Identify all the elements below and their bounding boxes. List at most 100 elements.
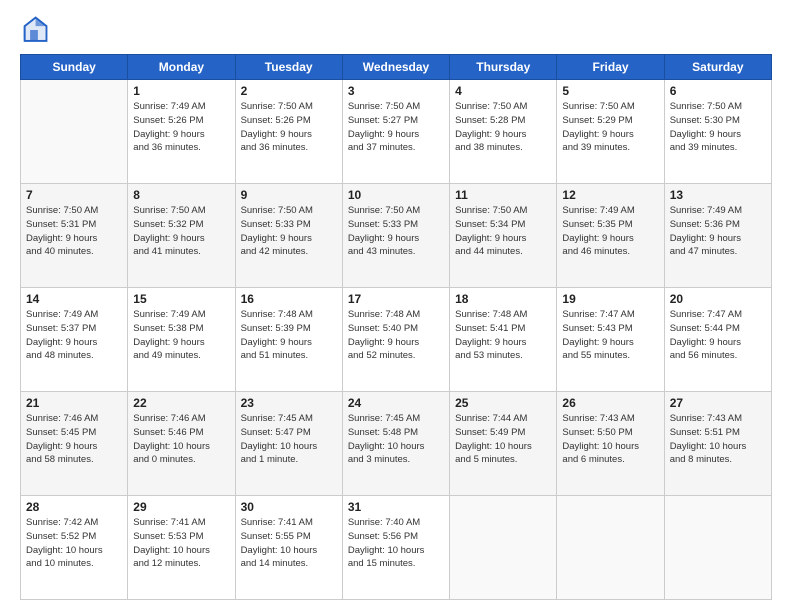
calendar-cell: 24Sunrise: 7:45 AMSunset: 5:48 PMDayligh…	[342, 392, 449, 496]
calendar-cell: 3 Sunrise: 7:50 AMSunset: 5:27 PMDaylight…	[342, 80, 449, 184]
day-info: Sunrise: 7:50 AMSunset: 5:26 PMDaylight:…	[241, 100, 337, 155]
day-info: Sunrise: 7:50 AMSunset: 5:32 PMDaylight:…	[133, 204, 229, 259]
day-number: 16	[241, 292, 337, 306]
day-number: 22	[133, 396, 229, 410]
day-number: 9	[241, 188, 337, 202]
calendar-cell: 5 Sunrise: 7:50 AMSunset: 5:29 PMDaylight…	[557, 80, 664, 184]
day-info: Sunrise: 7:49 AMSunset: 5:37 PMDaylight:…	[26, 308, 122, 363]
day-info: Sunrise: 7:50 AMSunset: 5:33 PMDaylight:…	[241, 204, 337, 259]
day-number: 12	[562, 188, 658, 202]
calendar-cell	[664, 496, 771, 600]
day-info: Sunrise: 7:48 AMSunset: 5:40 PMDaylight:…	[348, 308, 444, 363]
calendar-cell: 30Sunrise: 7:41 AMSunset: 5:55 PMDayligh…	[235, 496, 342, 600]
day-number: 27	[670, 396, 766, 410]
calendar-cell: 27 Sunrise: 7:43 AMSunset: 5:51 PMDayligh…	[664, 392, 771, 496]
day-number: 17	[348, 292, 444, 306]
day-number: 10	[348, 188, 444, 202]
day-number: 13	[670, 188, 766, 202]
day-info: Sunrise: 7:50 AMSunset: 5:33 PMDaylight:…	[348, 204, 444, 259]
day-info: Sunrise: 7:49 AMSunset: 5:26 PMDaylight:…	[133, 100, 229, 155]
day-number: 29	[133, 500, 229, 514]
day-info: Sunrise: 7:50 AMSunset: 5:28 PMDaylight:…	[455, 100, 551, 155]
day-info: Sunrise: 7:50 AMSunset: 5:31 PMDaylight:…	[26, 204, 122, 259]
column-header-sunday: Sunday	[21, 55, 128, 80]
calendar-cell: 26 Sunrise: 7:43 AMSunset: 5:50 PMDayligh…	[557, 392, 664, 496]
calendar-cell: 4 Sunrise: 7:50 AMSunset: 5:28 PMDaylight…	[450, 80, 557, 184]
calendar-cell: 20 Sunrise: 7:47 AMSunset: 5:44 PMDayligh…	[664, 288, 771, 392]
calendar-header-row: SundayMondayTuesdayWednesdayThursdayFrid…	[21, 55, 772, 80]
calendar-week-row: 7 Sunrise: 7:50 AMSunset: 5:31 PMDaylight…	[21, 184, 772, 288]
calendar-cell	[21, 80, 128, 184]
day-number: 30	[241, 500, 337, 514]
day-number: 1	[133, 84, 229, 98]
day-info: Sunrise: 7:50 AMSunset: 5:30 PMDaylight:…	[670, 100, 766, 155]
calendar-cell: 17 Sunrise: 7:48 AMSunset: 5:40 PMDayligh…	[342, 288, 449, 392]
day-info: Sunrise: 7:42 AMSunset: 5:52 PMDaylight:…	[26, 516, 122, 571]
day-number: 14	[26, 292, 122, 306]
day-info: Sunrise: 7:40 AMSunset: 5:56 PMDaylight:…	[348, 516, 444, 571]
calendar-cell: 1 Sunrise: 7:49 AMSunset: 5:26 PMDaylight…	[128, 80, 235, 184]
day-info: Sunrise: 7:47 AMSunset: 5:43 PMDaylight:…	[562, 308, 658, 363]
day-number: 6	[670, 84, 766, 98]
calendar-cell	[557, 496, 664, 600]
day-number: 2	[241, 84, 337, 98]
day-info: Sunrise: 7:46 AMSunset: 5:45 PMDaylight:…	[26, 412, 122, 467]
calendar-cell: 9 Sunrise: 7:50 AMSunset: 5:33 PMDaylight…	[235, 184, 342, 288]
calendar-page: SundayMondayTuesdayWednesdayThursdayFrid…	[0, 0, 792, 612]
calendar-cell: 13 Sunrise: 7:49 AMSunset: 5:36 PMDayligh…	[664, 184, 771, 288]
calendar-week-row: 28 Sunrise: 7:42 AMSunset: 5:52 PMDayligh…	[21, 496, 772, 600]
day-info: Sunrise: 7:45 AMSunset: 5:47 PMDaylight:…	[241, 412, 337, 467]
day-info: Sunrise: 7:46 AMSunset: 5:46 PMDaylight:…	[133, 412, 229, 467]
calendar-cell: 2 Sunrise: 7:50 AMSunset: 5:26 PMDaylight…	[235, 80, 342, 184]
day-number: 31	[348, 500, 444, 514]
calendar-week-row: 1 Sunrise: 7:49 AMSunset: 5:26 PMDaylight…	[21, 80, 772, 184]
day-info: Sunrise: 7:43 AMSunset: 5:50 PMDaylight:…	[562, 412, 658, 467]
calendar-cell: 23 Sunrise: 7:45 AMSunset: 5:47 PMDayligh…	[235, 392, 342, 496]
column-header-friday: Friday	[557, 55, 664, 80]
calendar-cell: 19 Sunrise: 7:47 AMSunset: 5:43 PMDayligh…	[557, 288, 664, 392]
day-number: 19	[562, 292, 658, 306]
day-info: Sunrise: 7:48 AMSunset: 5:41 PMDaylight:…	[455, 308, 551, 363]
day-number: 11	[455, 188, 551, 202]
day-info: Sunrise: 7:41 AMSunset: 5:53 PMDaylight:…	[133, 516, 229, 571]
day-info: Sunrise: 7:49 AMSunset: 5:35 PMDaylight:…	[562, 204, 658, 259]
header	[20, 16, 772, 44]
calendar-table: SundayMondayTuesdayWednesdayThursdayFrid…	[20, 54, 772, 600]
day-number: 4	[455, 84, 551, 98]
column-header-saturday: Saturday	[664, 55, 771, 80]
logo-icon	[20, 16, 48, 44]
calendar-cell: 11 Sunrise: 7:50 AMSunset: 5:34 PMDayligh…	[450, 184, 557, 288]
calendar-cell: 8 Sunrise: 7:50 AMSunset: 5:32 PMDaylight…	[128, 184, 235, 288]
day-number: 21	[26, 396, 122, 410]
day-number: 23	[241, 396, 337, 410]
day-info: Sunrise: 7:44 AMSunset: 5:49 PMDaylight:…	[455, 412, 551, 467]
day-info: Sunrise: 7:50 AMSunset: 5:27 PMDaylight:…	[348, 100, 444, 155]
day-info: Sunrise: 7:50 AMSunset: 5:34 PMDaylight:…	[455, 204, 551, 259]
day-number: 7	[26, 188, 122, 202]
day-number: 18	[455, 292, 551, 306]
day-number: 5	[562, 84, 658, 98]
day-info: Sunrise: 7:49 AMSunset: 5:36 PMDaylight:…	[670, 204, 766, 259]
day-number: 24	[348, 396, 444, 410]
calendar-cell: 16 Sunrise: 7:48 AMSunset: 5:39 PMDayligh…	[235, 288, 342, 392]
day-number: 20	[670, 292, 766, 306]
calendar-week-row: 14 Sunrise: 7:49 AMSunset: 5:37 PMDayligh…	[21, 288, 772, 392]
calendar-cell	[450, 496, 557, 600]
day-info: Sunrise: 7:43 AMSunset: 5:51 PMDaylight:…	[670, 412, 766, 467]
calendar-cell: 22 Sunrise: 7:46 AMSunset: 5:46 PMDayligh…	[128, 392, 235, 496]
logo	[20, 16, 54, 44]
column-header-tuesday: Tuesday	[235, 55, 342, 80]
column-header-monday: Monday	[128, 55, 235, 80]
day-info: Sunrise: 7:48 AMSunset: 5:39 PMDaylight:…	[241, 308, 337, 363]
day-info: Sunrise: 7:47 AMSunset: 5:44 PMDaylight:…	[670, 308, 766, 363]
calendar-cell: 7 Sunrise: 7:50 AMSunset: 5:31 PMDaylight…	[21, 184, 128, 288]
column-header-thursday: Thursday	[450, 55, 557, 80]
calendar-cell: 25Sunrise: 7:44 AMSunset: 5:49 PMDayligh…	[450, 392, 557, 496]
day-number: 28	[26, 500, 122, 514]
day-number: 8	[133, 188, 229, 202]
day-number: 3	[348, 84, 444, 98]
day-number: 26	[562, 396, 658, 410]
day-info: Sunrise: 7:50 AMSunset: 5:29 PMDaylight:…	[562, 100, 658, 155]
calendar-cell: 28 Sunrise: 7:42 AMSunset: 5:52 PMDayligh…	[21, 496, 128, 600]
calendar-week-row: 21 Sunrise: 7:46 AMSunset: 5:45 PMDayligh…	[21, 392, 772, 496]
